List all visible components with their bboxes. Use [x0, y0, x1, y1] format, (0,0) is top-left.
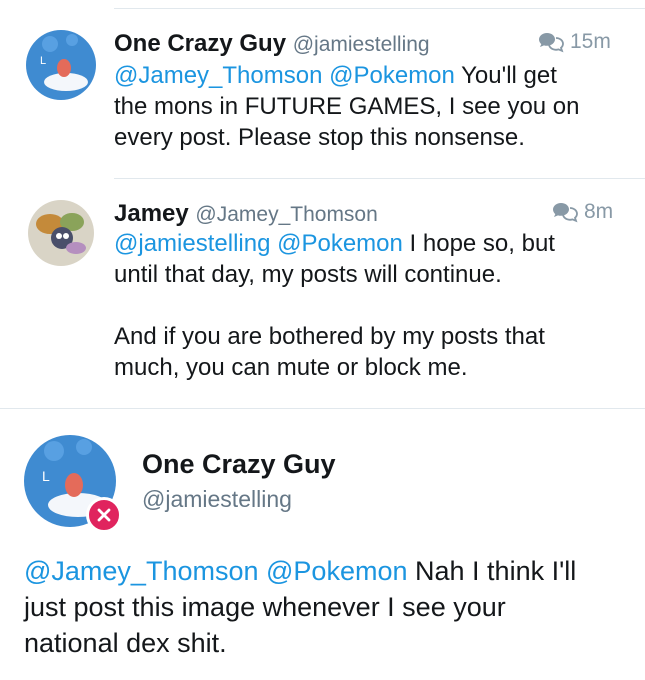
- author-name[interactable]: One Crazy Guy: [114, 30, 286, 57]
- conversation-icon: [553, 203, 578, 223]
- author-handle[interactable]: @Jamey_Thomson: [195, 203, 377, 226]
- blocked-badge-icon: [86, 497, 122, 533]
- avatar-image: [28, 200, 94, 266]
- mention-link[interactable]: @Pokemon: [329, 62, 455, 89]
- svg-text:L: L: [40, 55, 46, 67]
- tweet-1[interactable]: L One Crazy Guy @jamiestelling 15m @Jame…: [0, 0, 645, 178]
- tweet-header: Jamey @Jamey_Thomson: [114, 200, 378, 228]
- tweet-meta: 8m: [552, 200, 613, 224]
- text-line: until that day, my posts will continue.: [114, 261, 502, 288]
- author-name[interactable]: Jamey: [114, 200, 189, 227]
- mention-link[interactable]: @jamiestelling: [114, 230, 270, 257]
- timestamp: 15m: [570, 30, 611, 53]
- text-line: the mons in FUTURE GAMES, I see you on: [114, 93, 580, 120]
- avatar-image: L: [26, 30, 96, 100]
- conversation-icon: [539, 33, 564, 53]
- author-name[interactable]: One Crazy Guy: [142, 449, 336, 480]
- text-line: much, you can mute or block me.: [114, 354, 468, 381]
- text-segment: I hope so, but: [409, 230, 555, 257]
- author-handle[interactable]: @jamiestelling: [293, 33, 430, 56]
- text-segment: Nah I think I'll: [415, 556, 577, 586]
- focused-tweet[interactable]: L One Crazy Guy @jamiestelling @Jamey_Th…: [0, 409, 645, 680]
- svg-text:L: L: [42, 468, 50, 484]
- tweet-text: @Jamey_Thomson @Pokemon Nah I think I'll…: [24, 553, 634, 661]
- tweet-header: One Crazy Guy @jamiestelling: [114, 30, 430, 58]
- tweet-meta: 15m: [538, 30, 611, 54]
- text-line: just post this image whenever I see your: [24, 592, 506, 622]
- mention-link[interactable]: @Pokemon: [266, 556, 407, 586]
- tweet-2[interactable]: Jamey @Jamey_Thomson 8m @jamiestelling @…: [0, 178, 645, 408]
- mention-link[interactable]: @Jamey_Thomson: [114, 62, 322, 89]
- text-segment: You'll get: [461, 62, 557, 89]
- tweet-text: @Jamey_Thomson @Pokemon You'll get the m…: [114, 60, 634, 153]
- timestamp: 8m: [584, 200, 614, 223]
- text-line: every post. Please stop this nonsense.: [114, 124, 525, 151]
- author-handle[interactable]: @jamiestelling: [142, 486, 292, 513]
- text-line: national dex shit.: [24, 628, 227, 658]
- text-line: And if you are bothered by my posts that: [114, 323, 545, 350]
- mention-link[interactable]: @Jamey_Thomson: [24, 556, 259, 586]
- mention-link[interactable]: @Pokemon: [277, 230, 403, 257]
- tweet-text: @jamiestelling @Pokemon I hope so, but u…: [114, 228, 634, 383]
- avatar[interactable]: L: [26, 30, 96, 100]
- avatar[interactable]: [28, 200, 94, 266]
